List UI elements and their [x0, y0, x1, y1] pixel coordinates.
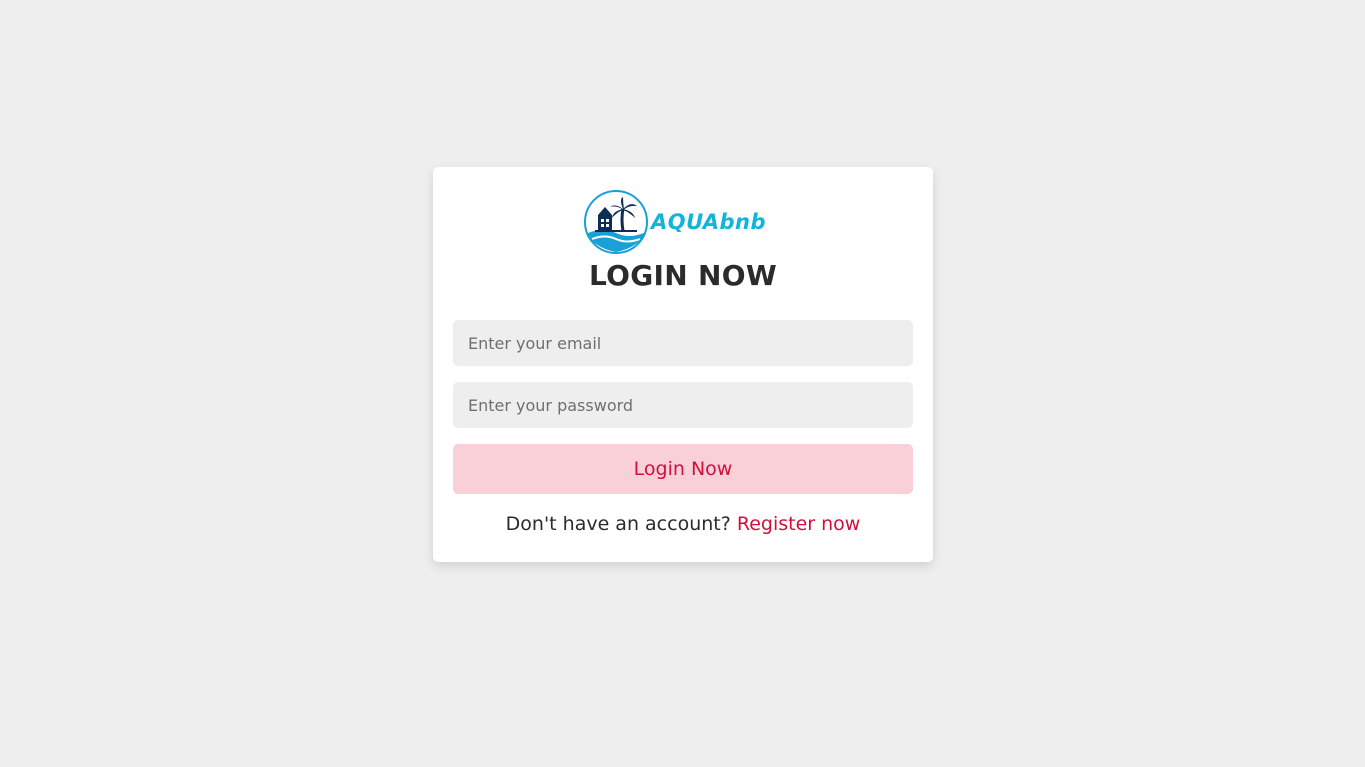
login-button[interactable]: Login Now	[453, 444, 913, 494]
register-prompt: Don't have an account? Register now	[433, 513, 933, 535]
login-card: AQUAbnb LOGIN NOW Login Now Don't have a…	[433, 167, 933, 562]
page-title: LOGIN NOW	[588, 259, 778, 292]
brand-name: AQUAbnb	[651, 209, 766, 234]
brand-logo: AQUAbnb	[583, 188, 783, 255]
password-field[interactable]	[453, 382, 913, 428]
beach-house-logo-icon	[584, 189, 648, 254]
register-prompt-text: Don't have an account?	[505, 513, 731, 535]
register-link[interactable]: Register now	[737, 513, 860, 535]
email-field[interactable]	[453, 320, 913, 366]
